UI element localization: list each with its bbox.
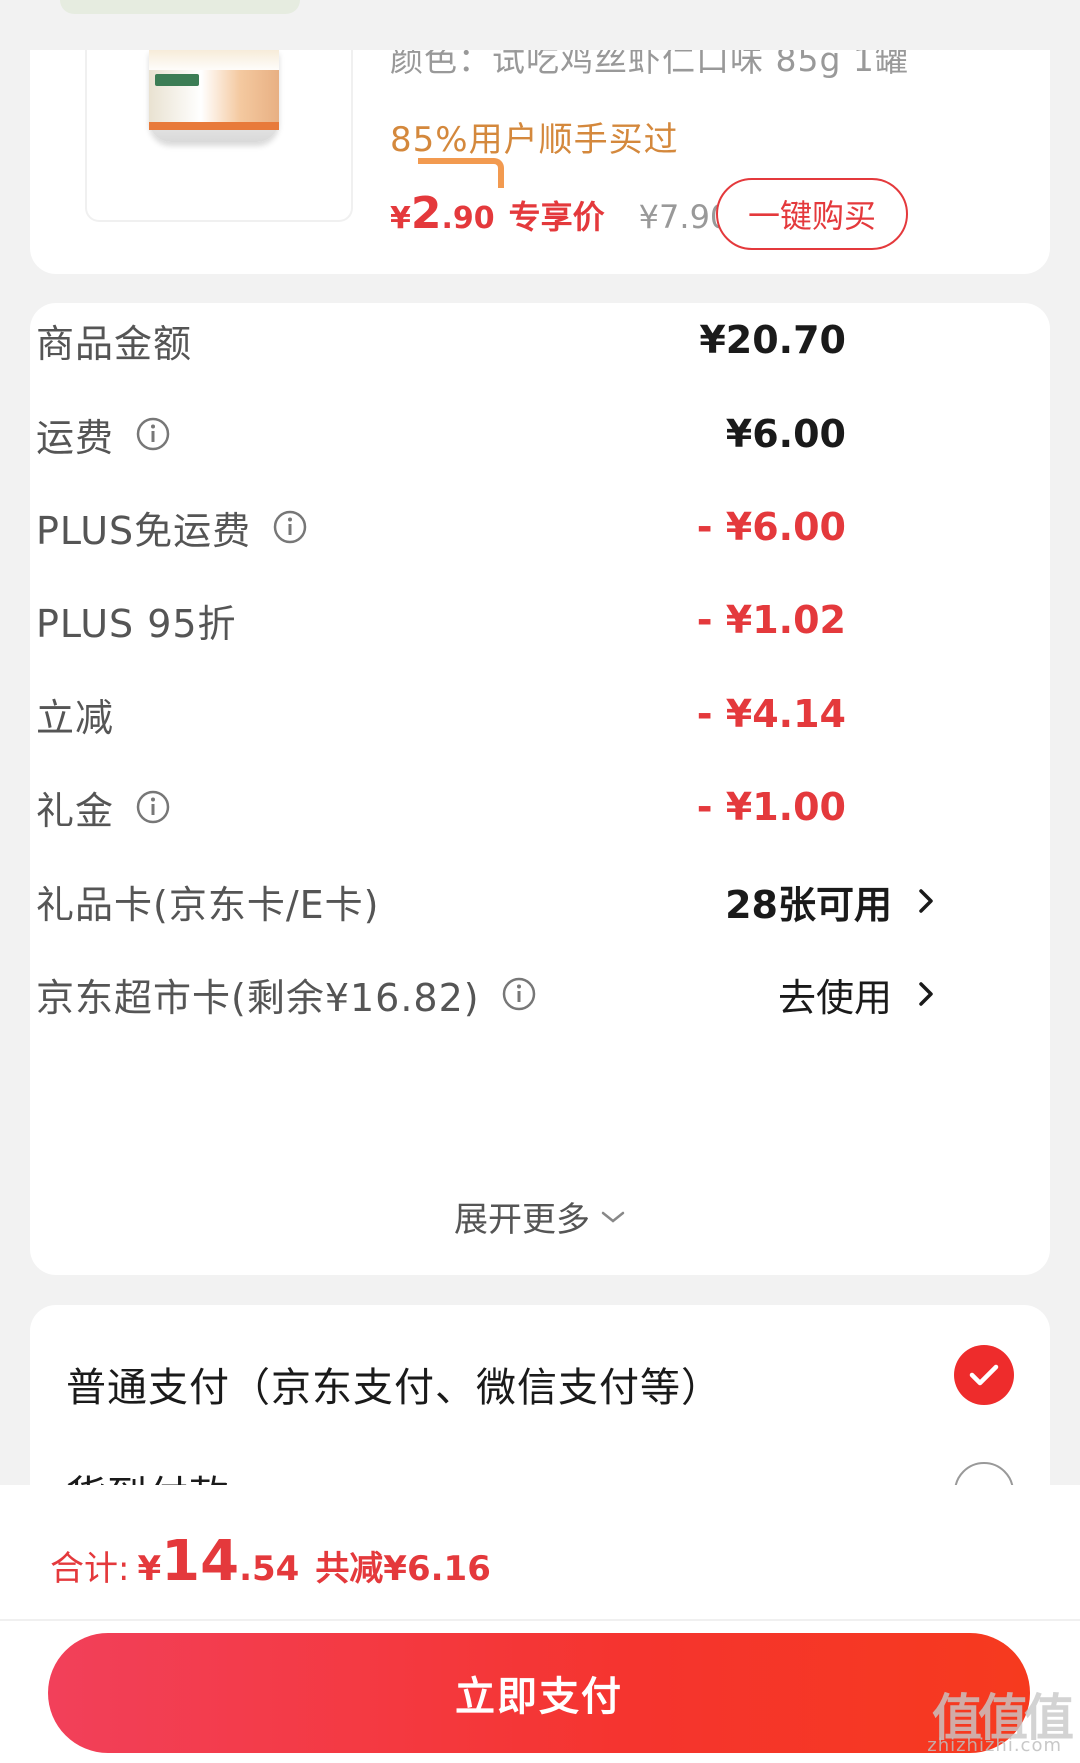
summary-value: ¥20.70	[699, 318, 846, 362]
summary-label: 京东超市卡(剩余¥16.82)	[36, 975, 480, 1020]
checkout-bottom-bar: 合计: ¥ 14 .54 共减¥6.16 立即支付	[0, 1485, 1080, 1763]
expand-more-button[interactable]: 展开更多	[0, 1192, 1080, 1241]
exclusive-price-tag: 专享价	[508, 198, 605, 236]
summary-row-plus-discount: PLUS 95折 - ¥1.02	[36, 590, 1006, 650]
one-click-buy-button[interactable]: 一键购买	[716, 178, 908, 250]
summary-value: - ¥4.14	[696, 692, 846, 736]
summary-value: - ¥1.02	[696, 598, 846, 642]
product-variant: 颜色：试吃鸡丝虾仁口味 85g 1罐	[390, 50, 909, 79]
bought-together-note: 85%用户顺手买过	[390, 120, 679, 160]
summary-value: - ¥6.00	[696, 505, 846, 549]
cat-food-can-image	[149, 50, 279, 142]
previous-item-stub	[60, 0, 300, 14]
summary-row-goods-amount: 商品金额 ¥20.70	[36, 310, 1006, 370]
gift-card-available[interactable]: 28张可用	[725, 874, 892, 929]
total-savings: 共减¥6.16	[315, 1549, 491, 1589]
info-icon[interactable]	[273, 510, 307, 544]
pay-now-button[interactable]: 立即支付	[48, 1633, 1030, 1753]
summary-label: 运费	[36, 415, 115, 460]
product-recommendation-card: 颜色：试吃鸡丝虾仁口味 85g 1罐 85%用户顺手买过 ¥ 2 .90 专享价…	[30, 50, 1050, 274]
radio-unselected-icon[interactable]	[954, 1462, 1014, 1485]
total-currency: ¥	[137, 1549, 162, 1589]
payment-method-card: 普通支付（京东支付、微信支付等） 货到付款	[30, 1305, 1050, 1485]
summary-label: 立减	[36, 695, 115, 740]
total-decimal: .54	[239, 1549, 300, 1589]
summary-value: - ¥1.00	[696, 785, 846, 829]
summary-label: 商品金额	[36, 321, 193, 366]
total-integer: 14	[161, 1529, 240, 1594]
site-watermark-url: zhizhizhi.com	[927, 1735, 1062, 1756]
info-icon[interactable]	[502, 977, 536, 1011]
info-icon[interactable]	[136, 417, 170, 451]
price-integer: 2	[410, 188, 442, 239]
payment-option-cod[interactable]: 货到付款	[66, 1463, 230, 1485]
summary-value: ¥6.00	[725, 412, 846, 456]
use-supermarket-card[interactable]: 去使用	[778, 967, 892, 1022]
summary-row-plus-free-shipping: PLUS免运费 - ¥6.00	[36, 497, 1006, 557]
chevron-right-icon[interactable]	[906, 974, 946, 1014]
price-highlight-mark	[418, 158, 504, 188]
summary-row-shipping: 运费 ¥6.00	[36, 404, 1006, 464]
summary-row-gift-card[interactable]: 礼品卡(京东卡/E卡) 28张可用	[36, 871, 1006, 931]
summary-label: PLUS 95折	[36, 601, 237, 646]
divider	[0, 1619, 1080, 1621]
order-total: 合计: ¥ 14 .54 共减¥6.16	[50, 1529, 491, 1594]
price-decimal: .90	[441, 201, 495, 236]
product-image[interactable]	[85, 50, 353, 222]
info-icon[interactable]	[136, 790, 170, 824]
summary-label: 礼品卡(京东卡/E卡)	[36, 882, 380, 927]
product-price: ¥ 2 .90 专享价 ¥7.90	[390, 188, 730, 248]
total-label: 合计:	[50, 1549, 130, 1589]
summary-row-gift-money: 礼金 - ¥1.00	[36, 777, 1006, 837]
summary-row-supermarket-card[interactable]: 京东超市卡(剩余¥16.82) 去使用	[36, 964, 1006, 1024]
payment-option-standard[interactable]: 普通支付（京东支付、微信支付等）	[66, 1355, 722, 1413]
chevron-right-icon[interactable]	[906, 881, 946, 921]
price-currency: ¥	[390, 201, 411, 236]
chevron-down-icon	[601, 1211, 625, 1223]
expand-more-label: 展开更多	[454, 1200, 590, 1240]
summary-label: PLUS免运费	[36, 508, 252, 553]
checkmark-icon[interactable]	[954, 1345, 1014, 1405]
summary-row-instant-discount: 立减 - ¥4.14	[36, 684, 1006, 744]
summary-label: 礼金	[36, 788, 115, 833]
